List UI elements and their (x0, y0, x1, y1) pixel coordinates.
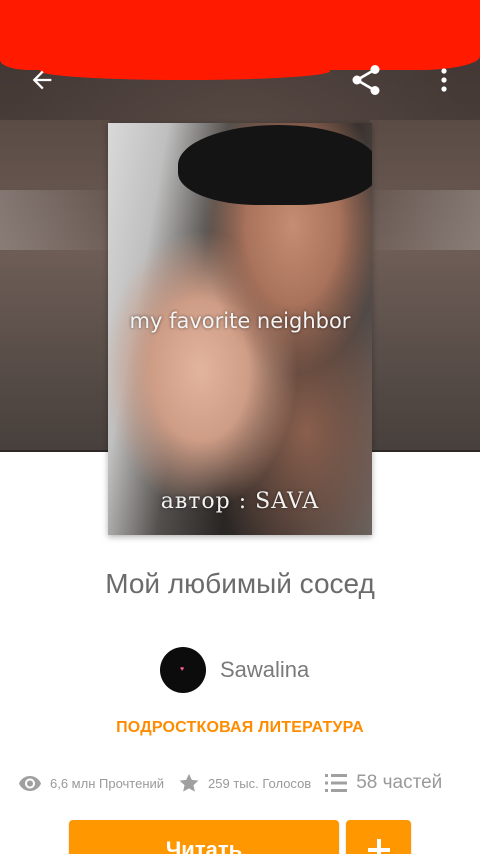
add-to-library-button[interactable] (346, 820, 411, 854)
category-link[interactable]: ПОДРОСТКОВАЯ ЛИТЕРАТУРА (0, 719, 480, 737)
blurred-cover-left (0, 120, 110, 450)
reads-stat: 6,6 млн Прочтений (18, 771, 164, 795)
arrow-left-icon (32, 70, 52, 90)
votes-stat: 259 тыс. Голосов (178, 772, 311, 794)
author-name[interactable]: Sawalina (220, 657, 309, 683)
share-icon (352, 65, 380, 95)
story-stats: 6,6 млн Прочтений 259 тыс. Голосов 58 ча… (18, 766, 468, 800)
reads-count: 6,6 млн Прочтений (50, 775, 165, 791)
plus-icon (367, 839, 390, 854)
status-bar (0, 0, 480, 80)
cover-title: my favorite neighbor (129, 309, 351, 333)
votes-count: 259 тыс. Голосов (208, 775, 312, 791)
eye-icon (19, 776, 41, 791)
read-button[interactable]: Читать (69, 820, 339, 854)
share-button[interactable] (342, 56, 390, 104)
blurred-cover-right (370, 120, 480, 450)
star-icon (179, 773, 199, 792)
list-icon (325, 774, 348, 792)
avatar[interactable]: ♥ (160, 647, 206, 693)
author-row[interactable]: ♥ Sawalina (160, 646, 309, 694)
parts-count[interactable]: 58 частей (356, 772, 442, 794)
book-cover[interactable]: my favorite neighbor автор : SAVA (108, 123, 372, 535)
story-title: Мой любимый сосед (105, 568, 375, 599)
more-options-button[interactable] (420, 56, 468, 104)
cover-author: автор : SAVA (160, 489, 320, 514)
parts-stat[interactable]: 58 частей (325, 772, 442, 794)
heart-icon: ♥ (180, 666, 185, 673)
cover-photo-detail (178, 125, 372, 205)
back-button[interactable] (18, 56, 66, 104)
more-vertical-icon (441, 68, 447, 92)
